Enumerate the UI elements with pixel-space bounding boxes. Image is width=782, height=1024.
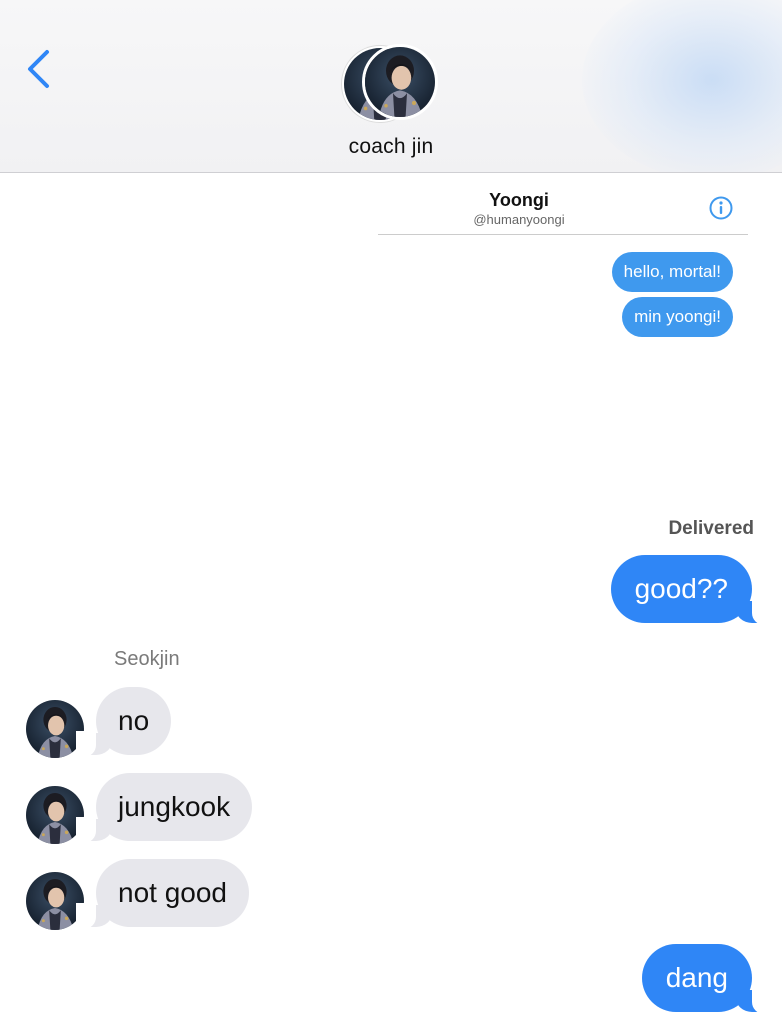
card-display-name: Yoongi	[489, 190, 549, 210]
info-circle-icon[interactable]	[709, 196, 733, 220]
received-message-bubble[interactable]: no	[75, 687, 172, 757]
card-message: hello, mortal!	[611, 252, 733, 292]
contact-name[interactable]: coach jin	[0, 135, 782, 159]
sent-message-bubble[interactable]: dang	[641, 944, 773, 1014]
chevron-left-icon	[28, 50, 49, 88]
avatar-primary	[362, 44, 438, 120]
message-text: no	[118, 705, 150, 736]
message-text: good??	[634, 573, 728, 604]
conversation-header: coach jin	[0, 0, 782, 173]
group-avatar[interactable]	[342, 44, 442, 124]
received-message-bubble[interactable]: not good	[76, 859, 249, 929]
back-button[interactable]	[20, 46, 60, 92]
message-text: dang	[665, 962, 728, 993]
message-text: not good	[118, 877, 227, 908]
card-message-text: min yoongi!	[634, 307, 721, 326]
sent-message-bubble[interactable]: good??	[610, 555, 773, 625]
card-message-text: hello, mortal!	[623, 262, 721, 281]
delivered-status: Delivered	[668, 518, 754, 539]
received-message-bubble[interactable]: jungkook	[75, 773, 253, 843]
card-handle: @humanyoongi	[473, 212, 565, 227]
message-text: jungkook	[118, 791, 231, 822]
card-message: min yoongi!	[622, 297, 733, 337]
card-divider	[378, 234, 748, 235]
sender-name: Seokjin	[114, 648, 180, 670]
